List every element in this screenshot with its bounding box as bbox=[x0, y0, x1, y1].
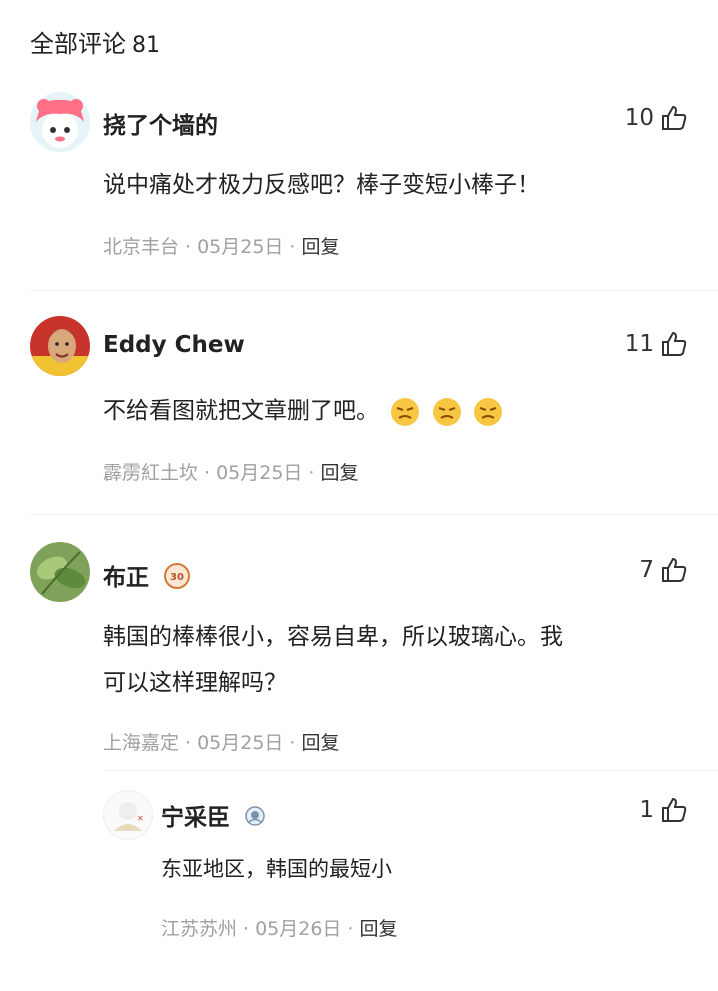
comment-text-row: 不给看图就把文章删了吧。 bbox=[103, 388, 503, 434]
reply-link[interactable]: 回复 bbox=[301, 732, 339, 754]
location: 北京丰台 bbox=[103, 236, 180, 258]
date: 05月26日 bbox=[255, 918, 342, 940]
like-button[interactable]: 1 bbox=[639, 796, 688, 824]
location: 上海嘉定 bbox=[103, 732, 180, 754]
comment-text: 东亚地区，韩国的最短小 bbox=[161, 857, 392, 881]
angry-face-emoji-icon bbox=[473, 397, 502, 426]
date: 05月25日 bbox=[197, 732, 284, 754]
thumbs-up-icon bbox=[662, 797, 687, 822]
thumbs-up-icon bbox=[662, 557, 687, 582]
comment-text: 不给看图就把文章删了吧。 bbox=[103, 398, 379, 424]
thumbs-up-icon bbox=[662, 105, 687, 130]
like-count: 7 bbox=[639, 557, 654, 583]
avatar[interactable] bbox=[30, 316, 90, 376]
svg-text:30: 30 bbox=[170, 572, 184, 583]
date: 05月25日 bbox=[197, 236, 284, 258]
username-row: 宁采臣 bbox=[161, 798, 266, 833]
comments-header: 全部评论 81 bbox=[30, 24, 160, 59]
username-row: 布正 30 bbox=[103, 558, 191, 596]
level-badge: 30 bbox=[163, 562, 191, 596]
avatar[interactable] bbox=[30, 542, 90, 602]
comment-meta: 江苏苏州 · 05月26日 · 回复 bbox=[161, 918, 398, 940]
comment-text-line: 韩国的棒棒很小，容易自卑，所以玻璃心。我 bbox=[103, 624, 563, 650]
avatar[interactable] bbox=[30, 92, 90, 152]
reply-link[interactable]: 回复 bbox=[320, 462, 358, 484]
location: 江苏苏州 bbox=[161, 918, 238, 940]
divider bbox=[103, 770, 718, 771]
comments-title: 全部评论 bbox=[30, 30, 126, 58]
date: 05月25日 bbox=[216, 462, 303, 484]
comment-text: 韩国的棒棒很小，容易自卑，所以玻璃心。我 可以这样理解吗？ bbox=[103, 614, 563, 706]
like-count: 10 bbox=[624, 105, 654, 131]
reply-link[interactable]: 回复 bbox=[359, 918, 397, 940]
comment-meta: 霹雳紅土坎 · 05月25日 · 回复 bbox=[103, 462, 359, 484]
like-button[interactable]: 7 bbox=[639, 556, 688, 584]
comment-text-line: 可以这样理解吗？ bbox=[103, 670, 287, 696]
like-count: 11 bbox=[624, 331, 654, 357]
avatar[interactable]: ✕ bbox=[103, 790, 153, 840]
comments-count: 81 bbox=[132, 33, 160, 58]
username[interactable]: Eddy Chew bbox=[103, 332, 245, 358]
angry-face-emoji-icon bbox=[432, 397, 461, 426]
reply-link[interactable]: 回复 bbox=[301, 236, 339, 258]
svg-text:✕: ✕ bbox=[137, 814, 144, 823]
username[interactable]: 布正 bbox=[103, 565, 149, 591]
like-button[interactable]: 10 bbox=[625, 104, 688, 132]
divider bbox=[30, 290, 718, 291]
angry-face-emoji-icon bbox=[391, 397, 420, 426]
comment-meta: 上海嘉定 · 05月25日 · 回复 bbox=[103, 732, 340, 754]
thumbs-up-icon bbox=[662, 331, 687, 356]
like-count: 1 bbox=[639, 797, 654, 823]
comment-text: 说中痛处才极力反感吧？棒子变短小棒子！ bbox=[103, 172, 540, 198]
username[interactable]: 挠了个墙的 bbox=[103, 106, 218, 140]
like-button[interactable]: 11 bbox=[625, 330, 688, 358]
username[interactable]: 宁采臣 bbox=[161, 805, 230, 831]
verified-badge-icon bbox=[244, 805, 266, 833]
location: 霹雳紅土坎 bbox=[103, 462, 199, 484]
comment-meta: 北京丰台 · 05月25日 · 回复 bbox=[103, 236, 340, 258]
divider bbox=[30, 514, 718, 515]
